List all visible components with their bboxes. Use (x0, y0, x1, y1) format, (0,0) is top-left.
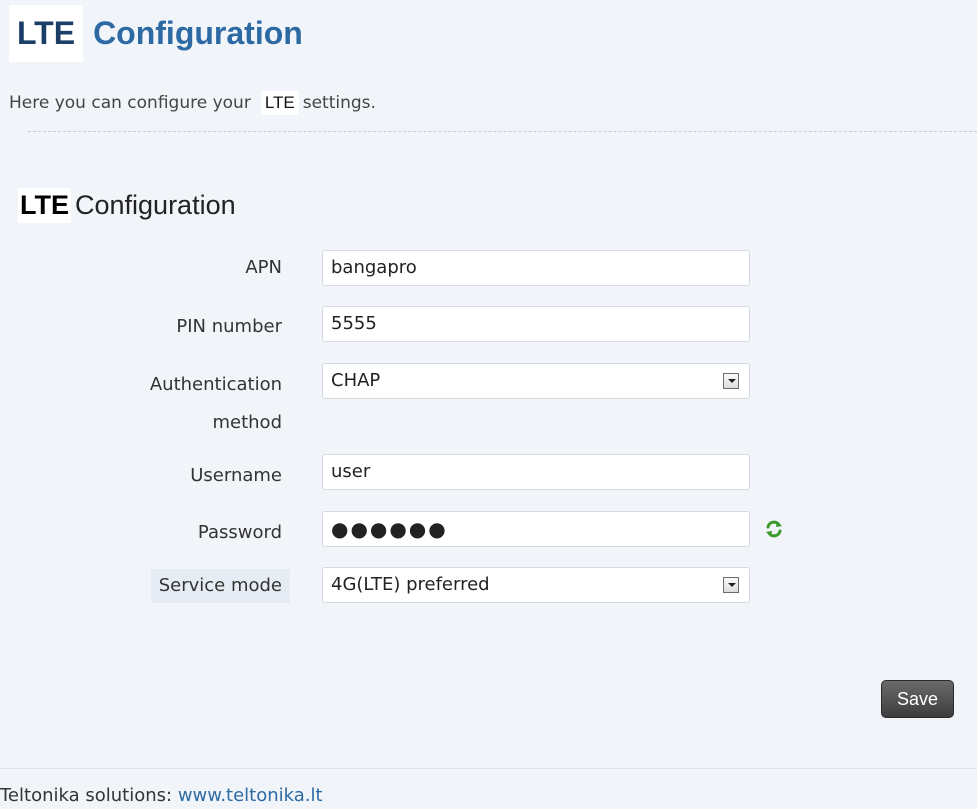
divider (28, 131, 977, 132)
pin-label: PIN number (176, 316, 282, 337)
footer: Teltonika solutions: www.teltonika.lt (0, 785, 323, 806)
apn-input[interactable]: bangapro (322, 250, 750, 286)
service-mode-label: Service mode (150, 569, 290, 603)
page-title-lte: LTE (9, 4, 84, 62)
auth-method-label-line2: method (212, 412, 282, 433)
section-title-configuration: Configuration (75, 190, 236, 220)
footer-divider (0, 768, 977, 769)
page-title: LTE Configuration (9, 0, 303, 66)
password-input[interactable]: ●●●●●● (322, 511, 750, 547)
section-title: LTE Configuration (18, 188, 236, 223)
username-label: Username (190, 465, 282, 486)
pin-input[interactable]: 5555 (322, 306, 750, 342)
auth-method-value: CHAP (331, 370, 381, 391)
username-input[interactable]: user (322, 454, 750, 490)
footer-text: Teltonika solutions: (0, 785, 173, 806)
password-label: Password (197, 522, 282, 543)
service-mode-value: 4G(LTE) preferred (331, 574, 490, 595)
chevron-down-icon[interactable] (723, 373, 739, 389)
auth-method-label-line1: Authentication (149, 374, 282, 395)
apn-label: APN (245, 257, 282, 278)
save-button[interactable]: Save (881, 680, 954, 718)
page-title-configuration: Configuration (93, 14, 303, 51)
service-mode-select[interactable]: 4G(LTE) preferred (322, 567, 750, 603)
description-text-after: settings. (302, 93, 376, 113)
description-lte: LTE (260, 91, 299, 115)
footer-link[interactable]: www.teltonika.lt (178, 785, 323, 806)
description-text-before: Here you can configure your (9, 93, 251, 113)
page: LTE Configuration Here you can configure… (0, 0, 977, 809)
section-title-lte: LTE (18, 188, 71, 223)
page-description: Here you can configure your LTE settings… (9, 91, 376, 115)
refresh-icon[interactable] (763, 518, 785, 540)
auth-method-select[interactable]: CHAP (322, 363, 750, 399)
chevron-down-icon[interactable] (723, 577, 739, 593)
